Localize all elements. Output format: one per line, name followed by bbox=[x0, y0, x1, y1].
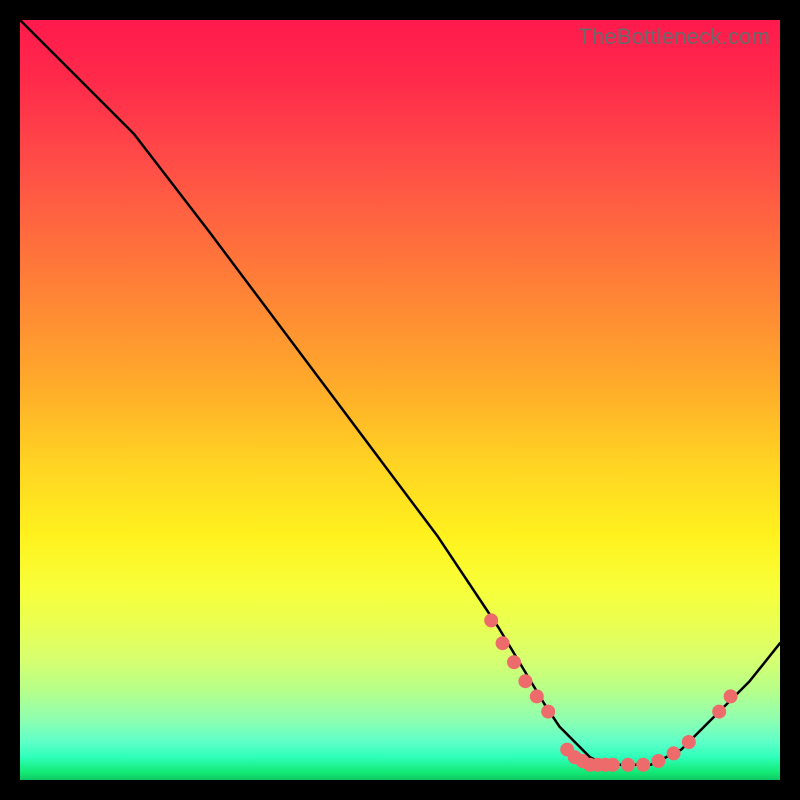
curve-marker bbox=[682, 735, 696, 749]
curve-marker bbox=[651, 754, 665, 768]
curve-marker bbox=[484, 613, 498, 627]
curve-marker bbox=[606, 758, 620, 772]
bottleneck-curve-path bbox=[20, 20, 780, 765]
curve-marker bbox=[530, 689, 544, 703]
curve-marker bbox=[496, 636, 510, 650]
curve-marker bbox=[724, 689, 738, 703]
curve-marker bbox=[667, 746, 681, 760]
plot-area: TheBottleneck.com bbox=[20, 20, 780, 780]
curve-layer bbox=[20, 20, 780, 780]
curve-marker bbox=[636, 758, 650, 772]
curve-marker bbox=[621, 758, 635, 772]
curve-marker bbox=[507, 655, 521, 669]
watermark-text: TheBottleneck.com bbox=[578, 24, 770, 50]
marker-group bbox=[484, 613, 737, 771]
chart-frame: TheBottleneck.com bbox=[0, 0, 800, 800]
curve-marker bbox=[518, 674, 532, 688]
curve-marker bbox=[712, 705, 726, 719]
curve-marker bbox=[541, 705, 555, 719]
